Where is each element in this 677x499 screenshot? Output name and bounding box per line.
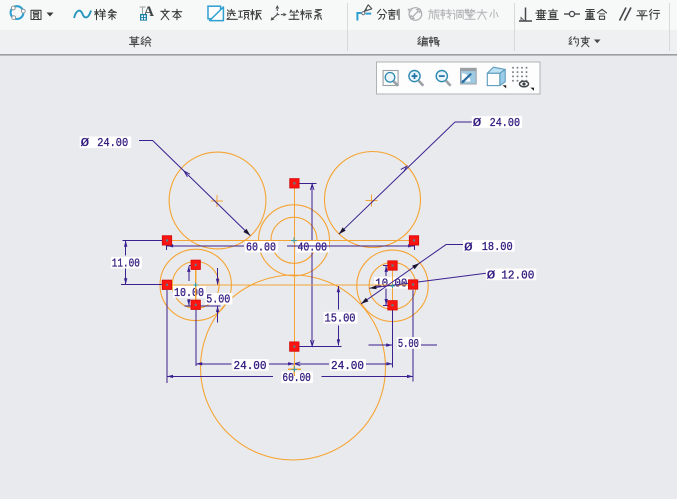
- svg-text:5.00: 5.00: [206, 293, 230, 307]
- svg-text:60.00: 60.00: [246, 241, 276, 255]
- svg-text:18.00: 18.00: [482, 240, 513, 254]
- svg-text:12.00: 12.00: [501, 268, 534, 282]
- svg-text:Ø: Ø: [464, 240, 473, 254]
- svg-text:24.00: 24.00: [97, 136, 128, 150]
- svg-text:40.00: 40.00: [298, 241, 328, 255]
- svg-text:15.00: 15.00: [325, 312, 356, 326]
- svg-text:60.00: 60.00: [282, 371, 311, 385]
- svg-text:Ø: Ø: [81, 136, 90, 150]
- svg-text:Ø: Ø: [473, 116, 482, 130]
- svg-text:24.00: 24.00: [234, 359, 267, 373]
- svg-text:Ø: Ø: [487, 269, 496, 283]
- svg-text:10.00: 10.00: [174, 286, 204, 300]
- svg-text:5.00: 5.00: [398, 337, 419, 351]
- svg-text:24.00: 24.00: [490, 116, 520, 130]
- svg-text:11.00: 11.00: [112, 257, 140, 271]
- svg-text:24.00: 24.00: [331, 359, 364, 373]
